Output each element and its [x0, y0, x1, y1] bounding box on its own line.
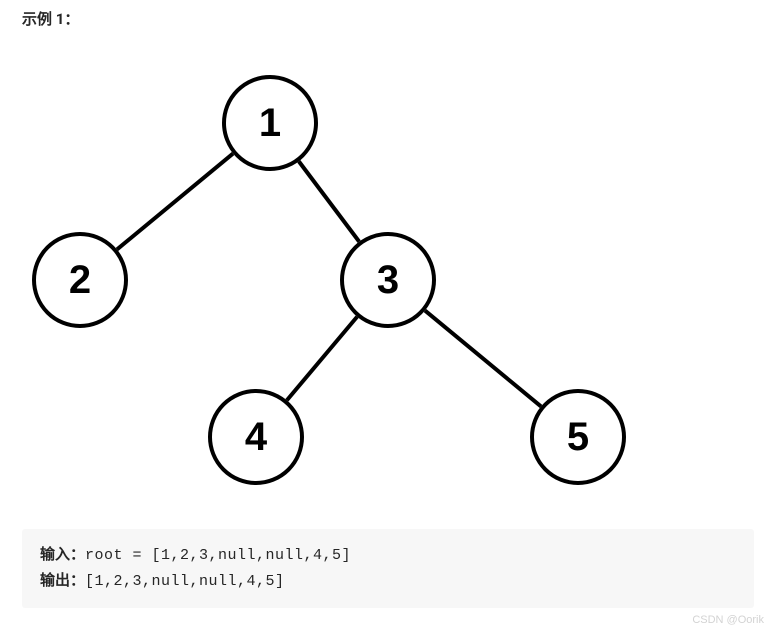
- tree-node-5: 5: [530, 389, 626, 485]
- output-label: 输出：: [40, 573, 85, 590]
- example-heading: 示例 1：: [0, 0, 776, 29]
- input-label: 输入：: [40, 547, 85, 564]
- tree-edge: [117, 154, 233, 250]
- watermark: CSDN @Oorik: [692, 614, 764, 626]
- tree-node-4: 4: [208, 389, 304, 485]
- input-value: root = [1,2,3,null,null,4,5]: [85, 547, 351, 564]
- tree-edge: [425, 311, 541, 407]
- output-line: 输出：[1,2,3,null,null,4,5]: [40, 569, 736, 595]
- tree-node-3: 3: [340, 232, 436, 328]
- tree-node-2: 2: [32, 232, 128, 328]
- output-value: [1,2,3,null,null,4,5]: [85, 573, 285, 590]
- tree-edge: [287, 317, 357, 401]
- input-line: 输入：root = [1,2,3,null,null,4,5]: [40, 543, 736, 569]
- tree-node-1: 1: [222, 75, 318, 171]
- tree-diagram: 12 34 5: [0, 29, 776, 529]
- tree-edge: [299, 161, 359, 241]
- code-block: 输入：root = [1,2,3,null,null,4,5] 输出：[1,2,…: [22, 529, 754, 608]
